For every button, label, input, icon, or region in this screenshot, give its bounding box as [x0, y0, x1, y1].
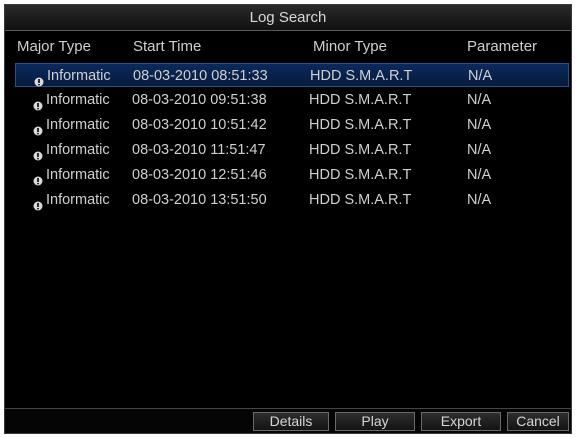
log-row[interactable]: Informatic 08-03-2010 10:51:42 HDD S.M.A… [15, 113, 569, 137]
start-time-cell: 08-03-2010 08:51:33 [133, 68, 268, 84]
log-search-window: Log Search Major Type Start Time Minor T… [4, 4, 572, 434]
start-time-cell: 08-03-2010 13:51:50 [132, 192, 267, 208]
major-type-cell: Informatic [46, 142, 110, 158]
major-type-cell: Informatic [46, 167, 110, 183]
minor-type-cell: HDD S.M.A.R.T [309, 167, 412, 183]
minor-type-cell: HDD S.M.A.R.T [309, 192, 412, 208]
log-row[interactable]: Informatic 08-03-2010 09:51:38 HDD S.M.A… [15, 88, 569, 112]
info-icon [33, 170, 43, 186]
info-icon [34, 71, 44, 87]
parameter-cell: N/A [467, 167, 492, 183]
minor-type-cell: HDD S.M.A.R.T [310, 68, 413, 84]
button-bar: Details Play Export Cancel [5, 408, 571, 433]
info-icon [33, 95, 43, 111]
log-row[interactable]: Informatic 08-03-2010 12:51:46 HDD S.M.A… [15, 163, 569, 187]
major-type-cell: Informatic [46, 117, 110, 133]
major-type-cell: Informatic [47, 68, 111, 84]
column-parameter[interactable]: Parameter [467, 35, 537, 59]
column-major-type[interactable]: Major Type [17, 35, 91, 59]
window-title: Log Search [5, 5, 571, 31]
minor-type-cell: HDD S.M.A.R.T [309, 117, 412, 133]
parameter-cell: N/A [467, 117, 492, 133]
log-row[interactable]: Informatic 08-03-2010 13:51:50 HDD S.M.A… [15, 188, 569, 212]
cancel-button[interactable]: Cancel [507, 412, 569, 431]
info-icon [33, 120, 43, 136]
major-type-cell: Informatic [46, 92, 110, 108]
log-list: Informatic 08-03-2010 08:51:33 HDD S.M.A… [15, 63, 569, 407]
parameter-cell: N/A [467, 192, 492, 208]
export-button[interactable]: Export [421, 412, 501, 431]
minor-type-cell: HDD S.M.A.R.T [309, 92, 412, 108]
parameter-cell: N/A [467, 92, 492, 108]
minor-type-cell: HDD S.M.A.R.T [309, 142, 412, 158]
parameter-cell: N/A [467, 142, 492, 158]
start-time-cell: 08-03-2010 10:51:42 [132, 117, 267, 133]
start-time-cell: 08-03-2010 12:51:46 [132, 167, 267, 183]
play-button[interactable]: Play [335, 412, 415, 431]
log-row[interactable]: Informatic 08-03-2010 08:51:33 HDD S.M.A… [15, 63, 569, 87]
info-icon [33, 195, 43, 211]
column-header: Major Type Start Time Minor Type Paramet… [5, 35, 571, 59]
major-type-cell: Informatic [46, 192, 110, 208]
details-button[interactable]: Details [253, 412, 329, 431]
column-start-time[interactable]: Start Time [133, 35, 201, 59]
log-row[interactable]: Informatic 08-03-2010 11:51:47 HDD S.M.A… [15, 138, 569, 162]
column-minor-type[interactable]: Minor Type [313, 35, 387, 59]
parameter-cell: N/A [468, 68, 493, 84]
start-time-cell: 08-03-2010 11:51:47 [132, 142, 266, 158]
info-icon [33, 145, 43, 161]
start-time-cell: 08-03-2010 09:51:38 [132, 92, 267, 108]
